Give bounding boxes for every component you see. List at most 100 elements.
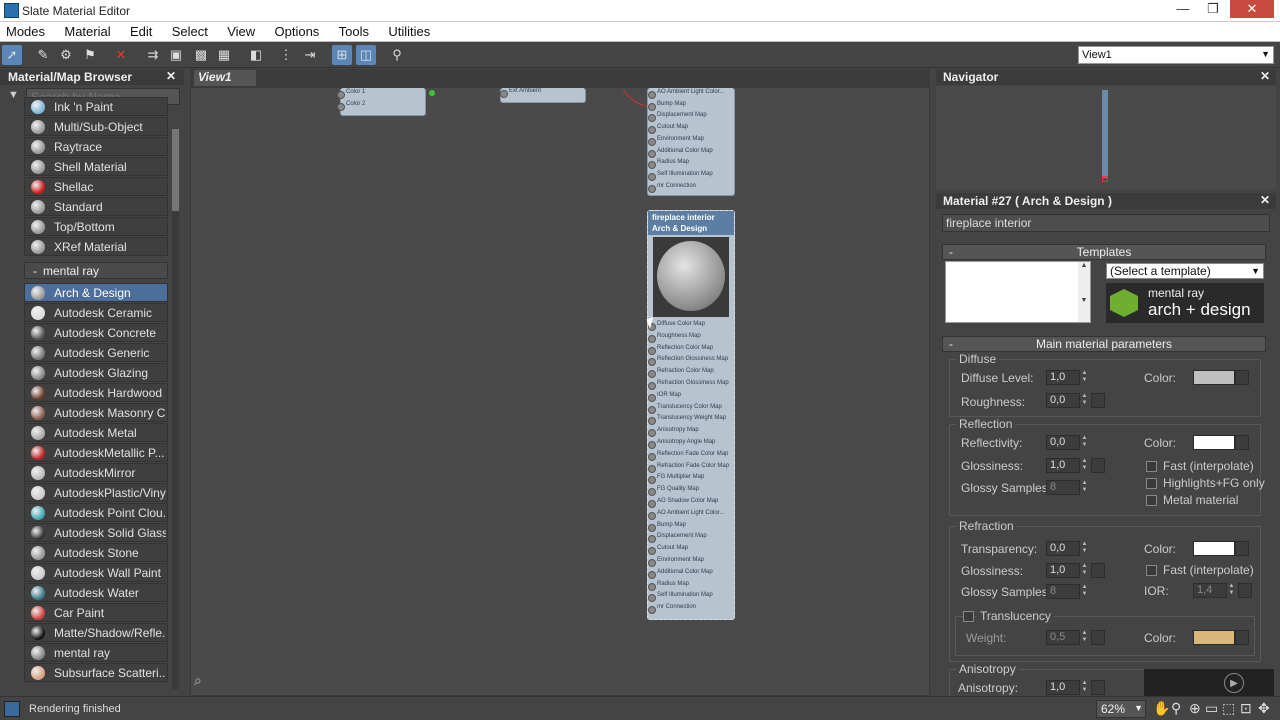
node-port[interactable]: Refraction Fade Color Map [647, 463, 729, 473]
node-arch-design-upper[interactable]: AO Ambient Light Color... Bump Map Displac… [647, 88, 735, 196]
translucency-weight-map-button[interactable] [1091, 630, 1105, 645]
hide-unused-icon[interactable]: ▣ [166, 45, 186, 65]
node-port[interactable]: Radius Map [647, 581, 689, 591]
translucency-color-swatch[interactable] [1193, 630, 1235, 645]
layout-horizontal-icon[interactable]: ⇥ [300, 45, 320, 65]
spinner-arrows-icon[interactable]: ▲ ▼ [1080, 370, 1089, 385]
binoculars-icon[interactable]: ⌕ [194, 672, 202, 689]
fit-view-icon[interactable]: ⊡ [1240, 700, 1252, 717]
node-port[interactable]: Refraction Glossiness Map [648, 380, 729, 390]
refraction-map-button[interactable] [1235, 541, 1249, 556]
material-item[interactable]: Autodesk Wall Paint [24, 563, 168, 582]
material-item[interactable]: Autodesk Concrete [24, 323, 168, 342]
transparency-spinner[interactable]: 0,0 [1046, 541, 1080, 556]
menu-material[interactable]: Material [58, 22, 116, 39]
node-port[interactable]: Anisotropy Angle Map [647, 439, 715, 449]
zoom-selected-icon[interactable]: ⬚ [1222, 700, 1235, 717]
glossiness-map-button[interactable] [1091, 458, 1105, 473]
diffuse-color-swatch[interactable] [1193, 370, 1235, 385]
material-item[interactable]: Standard [24, 197, 168, 216]
zoom-extents-icon[interactable]: ▭ [1205, 700, 1218, 717]
scrollbar-thumb[interactable] [172, 129, 179, 211]
group-mental-ray[interactable]: - mental ray [24, 262, 168, 279]
translucency-weight-spinner[interactable]: 0,5 [1046, 630, 1080, 645]
material-item[interactable]: Autodesk Water [24, 583, 168, 602]
node-mix-map[interactable]: Color 1 Color 2 [336, 88, 426, 116]
node-port[interactable]: Translucency Color Map [648, 404, 722, 414]
anisotropy-map-button[interactable] [1091, 680, 1105, 695]
rollout-main-params[interactable]: - Main material parameters [942, 336, 1266, 352]
put-to-scene-icon[interactable]: ⚙ [56, 45, 76, 65]
refraction-samples-spinner[interactable]: 8 [1046, 584, 1080, 599]
pan-to-selected-icon[interactable]: ✥ [1258, 700, 1270, 717]
material-item[interactable]: Ink 'n Paint [24, 97, 168, 116]
spinner-arrows-icon[interactable]: ▲ ▼ [1080, 435, 1089, 450]
spinner-arrows-icon[interactable]: ▲ ▼ [1080, 480, 1089, 495]
node-port[interactable]: IOR Map [647, 392, 681, 402]
node-port[interactable]: Bump Map [647, 101, 686, 111]
browser-close-icon[interactable]: ✕ [166, 69, 176, 83]
node-port[interactable]: FG Multiplier Map [647, 474, 704, 485]
node-port[interactable]: AO Ambient Light Color... [647, 89, 724, 99]
translucency-checkbox[interactable] [963, 611, 974, 622]
material-item[interactable]: Top/Bottom [24, 217, 168, 236]
node-arch-design-selected[interactable]: fireplace interior Arch & Design Diffuse… [647, 210, 735, 620]
props-close-icon[interactable]: ✕ [1260, 193, 1270, 207]
node-port[interactable]: Reflection Glossiness Map [647, 356, 728, 367]
material-name-field[interactable]: fireplace interior [942, 214, 1270, 232]
material-item[interactable]: Autodesk Solid Glass [24, 523, 168, 542]
node-port[interactable]: Radius Map [647, 159, 689, 170]
material-item[interactable]: Arch & Design [24, 283, 168, 302]
diffuse-level-spinner[interactable]: 1,0 [1046, 370, 1080, 385]
refraction-gloss-map-button[interactable] [1091, 563, 1105, 578]
material-item[interactable]: Autodesk Ceramic [24, 303, 168, 322]
material-item[interactable]: Subsurface Scatteri... [24, 663, 168, 682]
menu-edit[interactable]: Edit [124, 22, 158, 39]
layout-all-icon[interactable]: ◧ [246, 45, 266, 65]
menu-options[interactable]: Options [269, 22, 326, 39]
menu-view[interactable]: View [221, 22, 261, 39]
node-port[interactable]: Environment Map [647, 136, 704, 146]
material-item[interactable]: Autodesk Glazing [24, 363, 168, 382]
show-shaded-icon[interactable]: ⊞ [332, 45, 352, 65]
material-item[interactable]: Matte/Shadow/Refle... [24, 623, 168, 642]
zoom-dropdown[interactable]: 62% ▼ [1096, 700, 1146, 718]
move-children-icon[interactable]: ⇉ [143, 45, 163, 65]
ior-map-button[interactable] [1238, 583, 1252, 598]
layout-vertical-icon[interactable]: ⋮ [276, 45, 296, 65]
material-item[interactable]: Autodesk Point Clou... [24, 503, 168, 522]
spinner-arrows-icon[interactable]: ▲ ▼ [1080, 458, 1089, 473]
minimize-button[interactable]: — [1168, 0, 1198, 18]
material-item[interactable]: Raytrace [24, 137, 168, 156]
reflection-samples-spinner[interactable]: 8 [1046, 480, 1080, 495]
ior-spinner[interactable]: 1,4 [1193, 583, 1227, 598]
material-item[interactable]: Car Paint [24, 603, 168, 622]
tab-view1[interactable]: View1 [194, 70, 256, 86]
template-list[interactable]: ▲ ▼ [945, 261, 1091, 323]
parameter-editor-icon[interactable]: ◫ [356, 45, 376, 65]
node-port[interactable]: Self Illumination Map [648, 592, 713, 603]
material-item[interactable]: AutodeskMetallic P... [24, 443, 168, 462]
material-item[interactable]: Autodesk Metal [24, 423, 168, 442]
zoom-region-icon[interactable]: ⊕ [1189, 700, 1201, 717]
material-item[interactable]: Autodesk Generic [24, 343, 168, 362]
browser-options-icon[interactable]: ▼ [8, 89, 19, 101]
output-socket-icon[interactable] [429, 90, 435, 96]
menu-select[interactable]: Select [166, 22, 214, 39]
spinner-arrows-icon[interactable]: ▲ ▼ [1080, 630, 1089, 645]
navigator-close-icon[interactable]: ✕ [1260, 69, 1270, 83]
reflectivity-spinner[interactable]: 0,0 [1046, 435, 1080, 450]
material-item[interactable]: AutodeskMirror [24, 463, 168, 482]
select-tool-icon[interactable]: ➚ [2, 45, 22, 65]
refraction-color-swatch[interactable] [1193, 541, 1235, 556]
spinner-arrows-icon[interactable]: ▲ ▼ [1080, 563, 1089, 578]
node-port[interactable]: Displacement Map [648, 533, 707, 544]
delete-icon[interactable]: ✕ [111, 45, 131, 65]
checker-bg-icon[interactable]: ▩ [191, 45, 211, 65]
template-scrollbar[interactable]: ▲ ▼ [1078, 262, 1090, 322]
refraction-fast-checkbox[interactable] [1146, 565, 1157, 576]
roughness-map-button[interactable] [1091, 393, 1105, 408]
node-port[interactable]: Reflection Color Map [647, 345, 713, 355]
menu-utilities[interactable]: Utilities [382, 22, 436, 39]
template-select[interactable]: (Select a template) ▼ [1106, 263, 1264, 279]
